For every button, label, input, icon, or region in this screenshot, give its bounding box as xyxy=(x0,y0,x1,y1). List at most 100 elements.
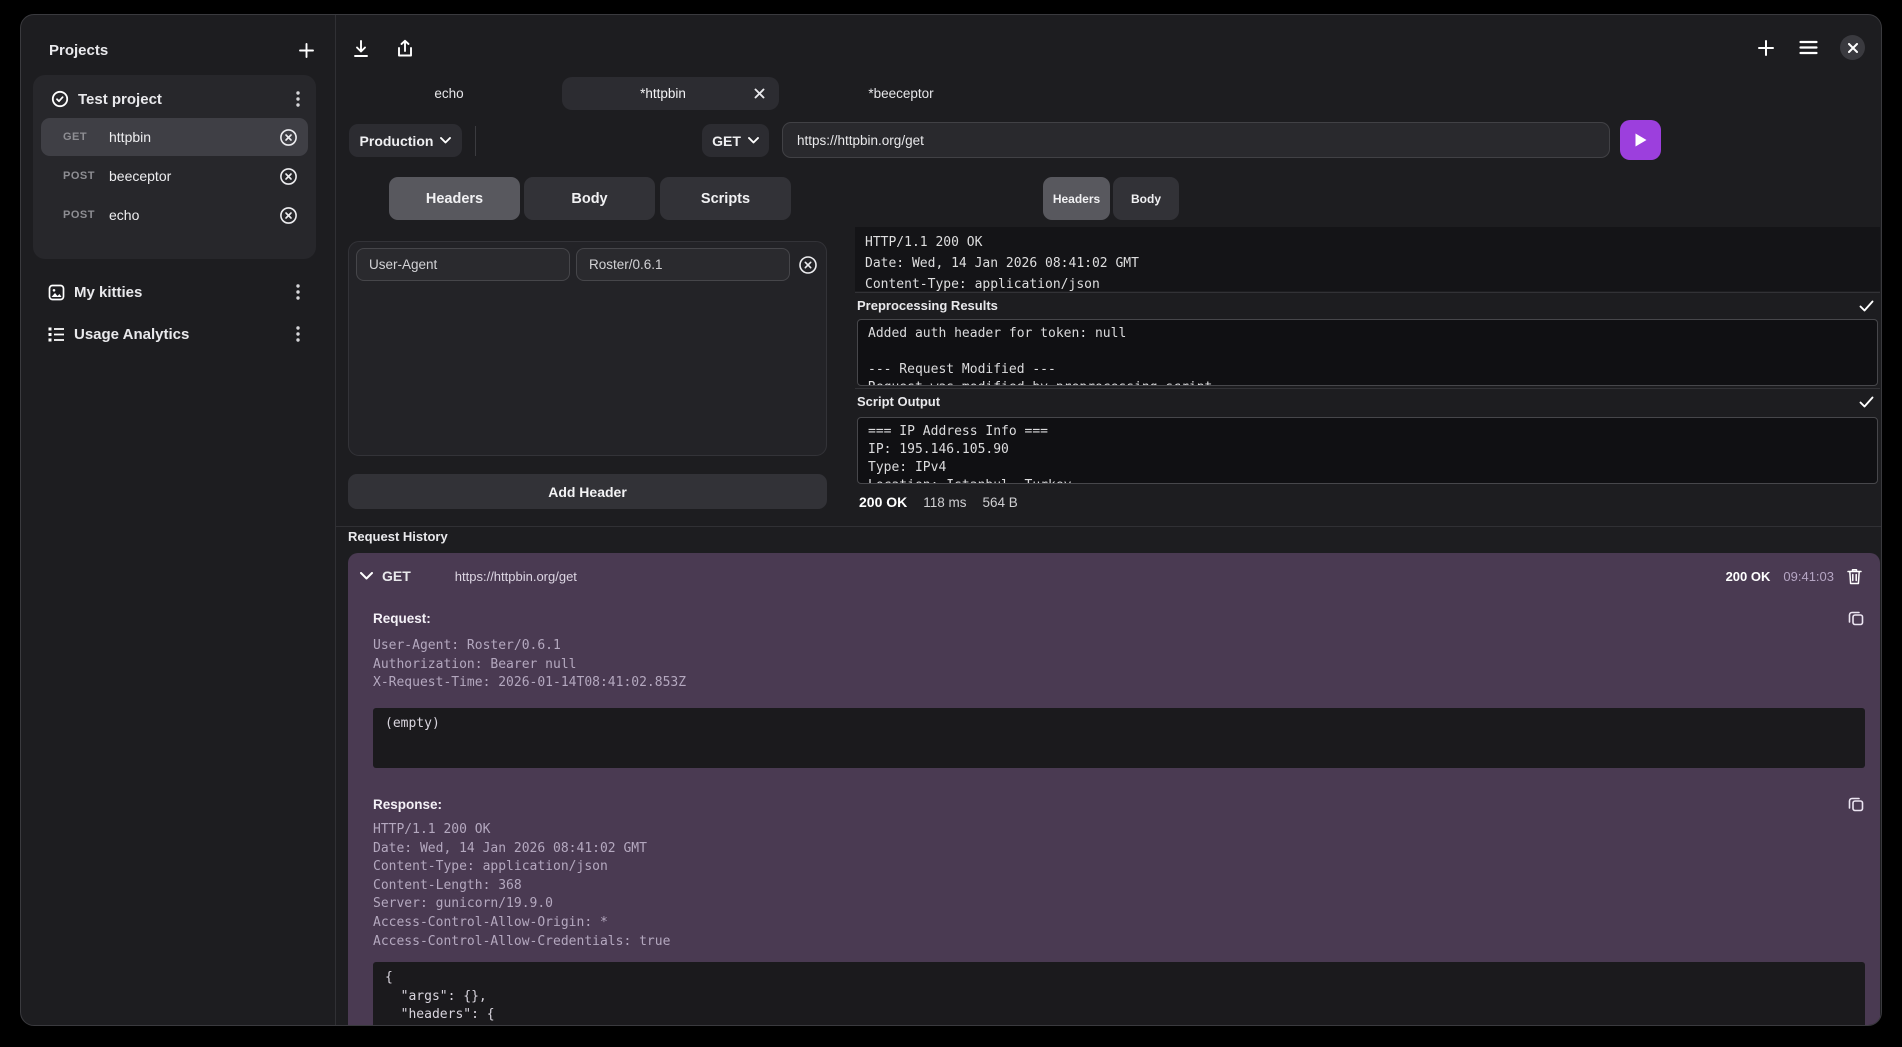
close-window-button[interactable] xyxy=(1840,35,1865,60)
sidebar-request-httpbin[interactable]: GET httpbin xyxy=(41,118,308,156)
method-label: POST xyxy=(63,209,105,221)
delete-history-button[interactable] xyxy=(1847,568,1862,585)
menu-button[interactable] xyxy=(1797,38,1820,57)
tab-beeceptor[interactable]: *beeceptor xyxy=(816,77,986,110)
history-status: 200 OK xyxy=(1726,569,1771,584)
copy-icon xyxy=(1848,796,1864,812)
collection-menu-button[interactable] xyxy=(294,282,302,302)
history-meta: 200 OK 09:41:03 xyxy=(1726,568,1862,585)
header-key-input[interactable] xyxy=(356,248,570,281)
url-input[interactable] xyxy=(782,122,1610,158)
request-tab-headers[interactable]: Headers xyxy=(389,177,520,220)
environment-select[interactable]: Production xyxy=(349,124,462,157)
request-section-header: Request: xyxy=(373,609,1864,627)
header-value-input[interactable] xyxy=(576,248,790,281)
tab-echo[interactable]: echo xyxy=(394,77,504,110)
sidebar: Projects Test project GET xyxy=(21,15,335,1025)
plus-icon xyxy=(1757,39,1775,57)
history-entry-header[interactable]: GET https://httpbin.org/get 200 OK 09:41… xyxy=(348,561,1880,591)
sidebar-item-usage-analytics[interactable]: Usage Analytics xyxy=(33,315,316,353)
request-tab-body[interactable]: Body xyxy=(524,177,655,220)
response-time: 118 ms xyxy=(923,495,966,510)
collection-name: Usage Analytics xyxy=(74,326,294,343)
collection-name: My kitties xyxy=(74,284,294,301)
project-name: Test project xyxy=(78,91,294,108)
request-panel: Headers Body Scripts Add Header xyxy=(348,177,827,526)
request-name: echo xyxy=(109,207,277,223)
play-icon xyxy=(1633,132,1648,148)
response-section-header: Response: xyxy=(373,795,1864,813)
sidebar-request-beeceptor[interactable]: POST beeceptor xyxy=(41,157,308,195)
remove-request-button[interactable] xyxy=(279,206,298,225)
remove-header-button[interactable] xyxy=(798,255,818,275)
script-output-section-header: Script Output xyxy=(855,388,1880,414)
chevron-down-icon xyxy=(440,137,451,144)
project-header[interactable]: Test project xyxy=(41,81,308,117)
list-icon xyxy=(48,327,65,342)
tab-httpbin[interactable]: *httpbin xyxy=(562,77,779,110)
add-header-button[interactable]: Add Header xyxy=(348,474,827,509)
tab-strip: echo *httpbin *beeceptor xyxy=(336,77,1881,111)
check-icon xyxy=(1859,396,1874,408)
request-name: beeceptor xyxy=(109,168,277,184)
response-panel: Headers Body HTTP/1.1 200 OK Date: Wed, … xyxy=(855,177,1880,526)
headers-editor xyxy=(348,241,827,456)
divider xyxy=(336,526,1881,527)
environment-label: Production xyxy=(360,133,434,149)
method-label: GET xyxy=(712,133,741,149)
copy-response-button[interactable] xyxy=(1848,796,1864,812)
toolbar-right xyxy=(1755,35,1865,60)
history-time: 09:41:03 xyxy=(1783,569,1834,584)
sidebar-item-my-kitties[interactable]: My kitties xyxy=(33,273,316,311)
status-code: 200 OK xyxy=(859,494,907,510)
history-response-headers: HTTP/1.1 200 OK Date: Wed, 14 Jan 2026 0… xyxy=(373,821,670,951)
trash-icon xyxy=(1847,568,1862,585)
history-method: GET xyxy=(382,568,411,584)
close-circle-icon xyxy=(279,206,298,225)
tab-label: *beeceptor xyxy=(868,86,933,101)
remove-request-button[interactable] xyxy=(279,167,298,186)
copy-request-button[interactable] xyxy=(1848,610,1864,626)
sidebar-header: Projects xyxy=(21,35,335,65)
section-title: Script Output xyxy=(857,394,940,409)
kebab-icon xyxy=(296,91,300,107)
check-icon xyxy=(1859,300,1874,312)
new-tab-button[interactable] xyxy=(1755,37,1777,59)
check-circle-icon xyxy=(51,90,69,108)
close-circle-icon xyxy=(798,255,818,275)
add-project-button[interactable] xyxy=(296,40,317,61)
response-tab-headers[interactable]: Headers xyxy=(1043,177,1110,220)
response-label: Response: xyxy=(373,797,442,812)
preprocessing-section-header: Preprocessing Results xyxy=(855,292,1880,318)
download-icon xyxy=(352,39,370,58)
history-url: https://httpbin.org/get xyxy=(455,569,577,584)
method-label: GET xyxy=(63,131,105,143)
kebab-icon xyxy=(296,284,300,300)
request-tab-scripts[interactable]: Scripts xyxy=(660,177,791,220)
close-circle-icon xyxy=(279,128,298,147)
sidebar-request-echo[interactable]: POST echo xyxy=(41,196,308,234)
app-window: Projects Test project GET xyxy=(20,14,1882,1026)
toolbar-left xyxy=(350,37,416,60)
share-button[interactable] xyxy=(394,37,416,60)
response-tab-body[interactable]: Body xyxy=(1113,177,1179,220)
send-request-button[interactable] xyxy=(1620,120,1661,160)
method-select[interactable]: GET xyxy=(702,124,769,157)
history-response-body: { "args": {}, "headers": { xyxy=(373,962,1865,1026)
chevron-down-icon xyxy=(360,572,373,580)
tab-label: *httpbin xyxy=(574,86,752,101)
close-circle-icon xyxy=(279,167,298,186)
section-title: Preprocessing Results xyxy=(857,298,998,313)
remove-request-button[interactable] xyxy=(279,128,298,147)
close-icon xyxy=(754,88,765,99)
header-row xyxy=(356,248,819,281)
plus-icon xyxy=(298,42,315,59)
download-button[interactable] xyxy=(350,37,372,60)
project-menu-button[interactable] xyxy=(294,89,302,109)
tab-label: echo xyxy=(434,86,463,101)
chevron-down-icon xyxy=(748,137,759,144)
main-area: echo *httpbin *beeceptor Production xyxy=(335,15,1881,1025)
method-label: POST xyxy=(63,170,105,182)
collection-menu-button[interactable] xyxy=(294,324,302,344)
close-tab-button[interactable] xyxy=(752,86,767,101)
